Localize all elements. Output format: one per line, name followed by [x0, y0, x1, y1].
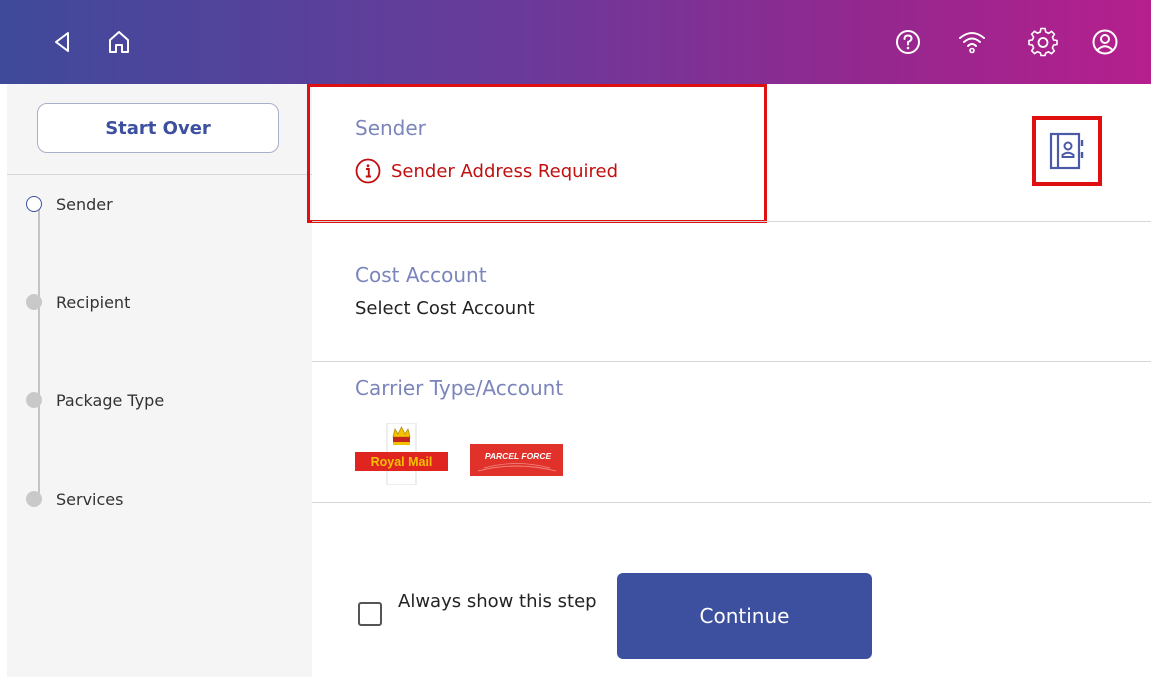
step-indicator	[26, 392, 42, 408]
carrier-label: Carrier Type/Account	[355, 376, 564, 400]
sender-error-text: Sender Address Required	[391, 160, 619, 182]
home-icon[interactable]	[104, 27, 134, 57]
continue-button[interactable]: Continue	[617, 573, 872, 659]
settings-icon[interactable]	[1028, 27, 1058, 57]
step-connector-line	[38, 207, 40, 499]
sender-error-message: Sender Address Required	[355, 157, 618, 185]
help-icon[interactable]	[893, 27, 923, 57]
sidebar: Start Over Sender Recipient Package Type…	[7, 84, 312, 677]
top-bar	[0, 0, 1151, 84]
step-indicator-current	[26, 196, 42, 212]
step-sender[interactable]: Sender	[26, 191, 113, 217]
step-label: Package Type	[56, 390, 165, 410]
wifi-icon[interactable]	[957, 27, 987, 57]
account-icon[interactable]	[1090, 27, 1120, 57]
royal-mail-logo[interactable]: Royal Mail	[355, 423, 448, 485]
step-package-type[interactable]: Package Type	[26, 387, 164, 413]
cost-account-label: Cost Account	[355, 263, 487, 287]
always-show-step-checkbox[interactable]	[358, 602, 382, 626]
step-label: Sender	[56, 194, 113, 214]
sidebar-divider	[7, 174, 312, 175]
royal-mail-text: Royal Mail	[371, 455, 433, 469]
sender-section[interactable]	[307, 84, 767, 223]
section-divider	[312, 502, 1151, 503]
sender-label: Sender	[355, 116, 426, 140]
address-book-button[interactable]	[1032, 116, 1102, 186]
always-show-step-label: Always show this step	[398, 591, 597, 612]
step-label: Recipient	[56, 292, 131, 312]
address-book-icon	[1049, 132, 1084, 170]
step-recipient[interactable]: Recipient	[26, 289, 130, 315]
step-indicator	[26, 294, 42, 310]
step-indicator	[26, 491, 42, 507]
step-label: Services	[56, 489, 124, 509]
section-divider	[312, 361, 1151, 362]
parcelforce-text: PARCEL FORCE	[485, 451, 552, 461]
cost-account-select[interactable]: Select Cost Account	[355, 298, 535, 319]
always-show-step-option[interactable]: Always show this step	[358, 590, 598, 626]
start-over-button[interactable]: Start Over	[37, 103, 279, 153]
parcelforce-logo[interactable]: PARCEL FORCE	[470, 444, 563, 476]
info-icon	[355, 158, 381, 184]
section-divider	[312, 221, 1151, 222]
step-services[interactable]: Services	[26, 486, 123, 512]
back-icon[interactable]	[48, 27, 78, 57]
